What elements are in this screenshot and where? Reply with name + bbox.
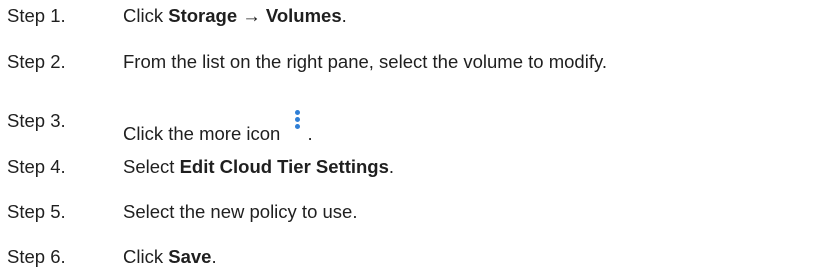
step-text: Select the new policy to use. (123, 201, 358, 222)
step-label: Step 6. (7, 246, 66, 267)
step-label: Step 5. (7, 201, 66, 222)
step-text: Select Edit Cloud Tier Settings. (123, 156, 395, 177)
menu-item-name: Edit Cloud Tier Settings (179, 156, 389, 177)
step-label: Step 2. (7, 51, 66, 72)
button-name: Save (168, 246, 212, 267)
step-text: From the list on the right pane, select … (123, 51, 607, 72)
step-text: Click Storage → Volumes. (123, 5, 347, 26)
step-label: Step 3. (7, 110, 66, 131)
step-text: Click Save. (123, 246, 217, 267)
step-text: Click the more icon . (123, 110, 313, 145)
step-label: Step 4. (7, 156, 66, 177)
more-vertical-icon (289, 110, 307, 136)
step-label: Step 1. (7, 5, 66, 26)
menu-path: Storage → Volumes (168, 5, 342, 26)
